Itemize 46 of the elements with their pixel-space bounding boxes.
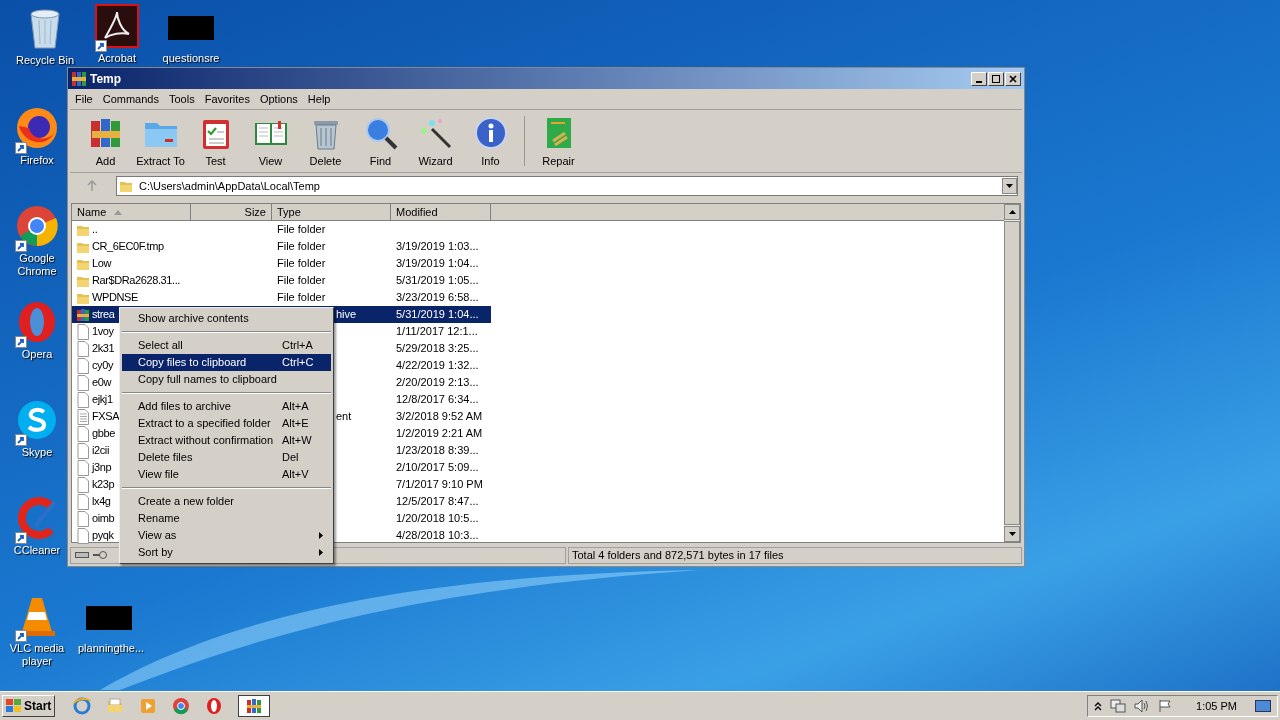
file-modified: 3/19/2019 1:03... [396, 240, 479, 253]
file-name: CR_6EC0F.tmp [92, 239, 164, 255]
file-modified: 12/5/2017 8:47... [396, 495, 479, 508]
file-name: oimb [92, 511, 115, 527]
file-modified: 3/23/2019 6:58... [396, 291, 479, 304]
file-modified: 7/1/2017 9:10 PM [396, 478, 483, 491]
file-name: Low [92, 256, 111, 272]
file-modified: 5/29/2018 3:25... [396, 342, 479, 355]
file-name: .. [92, 222, 98, 238]
file-modified: 5/31/2019 1:04... [396, 308, 479, 321]
file-name: WPDNSE [92, 290, 138, 306]
file-modified: 1/2/2019 2:21 AM [396, 427, 483, 440]
file-modified: 3/2/2018 9:52 AM [396, 410, 483, 423]
file-type: File folder [277, 273, 326, 289]
file-modified: 5/31/2019 1:05... [396, 274, 479, 287]
file-modified: 1/20/2018 10:5... [396, 512, 479, 525]
file-type: File folder [277, 222, 326, 238]
status-text: Total 4 folders and 872,571 bytes in 17 files [572, 547, 784, 563]
file-name: lx4g [92, 494, 111, 510]
file-name: i2cii [92, 443, 109, 459]
window-title: Temp [90, 70, 122, 88]
file-name: gbbe [92, 426, 115, 442]
file-name: e0w [92, 375, 111, 391]
file-name: ejkj1 [92, 392, 113, 408]
file-type: ent [336, 409, 352, 425]
file-type: hive [336, 307, 357, 323]
file-type: File folder [277, 239, 326, 255]
file-name: FXSA [92, 409, 120, 425]
file-modified: 1/11/2017 12:1... [396, 325, 478, 338]
file-name: k23p [92, 477, 115, 493]
file-modified: 12/8/2017 6:34... [396, 393, 479, 406]
file-type: File folder [277, 290, 326, 306]
file-modified: 3/19/2019 1:04... [396, 257, 479, 270]
file-name: pyqk [92, 528, 114, 544]
file-name: Rar$DRa2628.31... [92, 273, 180, 289]
file-name: j3np [92, 460, 112, 476]
file-modified: 2/10/2017 5:09... [396, 461, 479, 474]
file-modified: 2/20/2019 2:13... [396, 376, 479, 389]
file-name: 1voy [92, 324, 114, 340]
file-name: cy0y [92, 358, 114, 374]
file-type: File folder [277, 256, 326, 272]
file-modified: 4/22/2019 1:32... [396, 359, 479, 372]
file-modified: 1/23/2018 8:39... [396, 444, 479, 457]
file-name: 2k31 [92, 341, 115, 357]
file-modified: 4/28/2018 10:3... [396, 529, 479, 542]
file-name: strea [92, 307, 115, 323]
